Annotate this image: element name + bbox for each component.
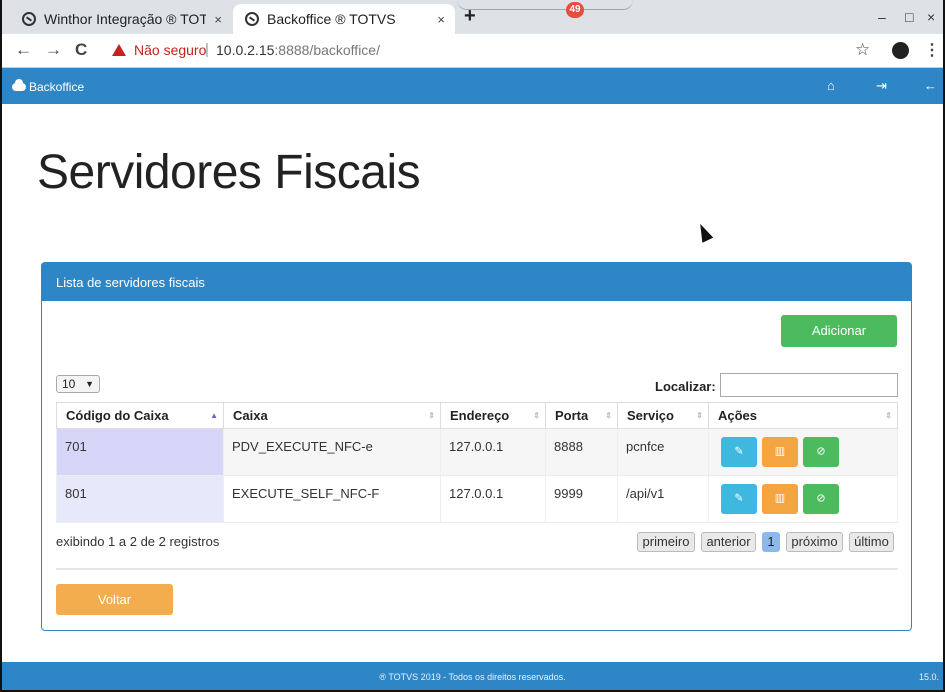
tab-backoffice[interactable]: Backoffice ® TOTVS × (233, 4, 455, 34)
servers-table: Código do Caixa ▲ Caixa ⇕ Endereço ⇕ Porta ⇕… (56, 402, 898, 523)
edit-icon: ✎ (734, 445, 744, 458)
pager-prev-button[interactable]: anterior (701, 532, 756, 552)
pager-current-page[interactable]: 1 (762, 532, 780, 552)
table-row: 801 EXECUTE_SELF_NFC-F 127.0.0.1 9999 /a… (56, 475, 898, 523)
tab-drag-indicator (457, 0, 633, 10)
tab-title: Winthor Integração ® TOTVS (44, 11, 206, 27)
sort-icon: ⇕ (605, 411, 612, 420)
page-size-value: 10 (62, 377, 76, 391)
column-header-servico[interactable]: Serviço ⇕ (617, 402, 709, 429)
tab-count-badge: 49 (566, 2, 584, 18)
disable-button[interactable]: ⊘ (803, 437, 839, 467)
brand-label: Backoffice (29, 80, 85, 94)
url-field[interactable]: 10.0.2.15:8888/backoffice/ (216, 42, 380, 58)
app-navbar: Backoffice ⌂ ⇥ ← (2, 68, 943, 104)
page-title: Servidores Fiscais (37, 146, 421, 199)
column-header-endereco[interactable]: Endereço ⇕ (440, 402, 546, 429)
sort-icon: ⇕ (696, 411, 703, 420)
tab-close-icon[interactable]: × (437, 12, 445, 27)
cell-endereco: 127.0.0.1 (440, 428, 546, 476)
cell-codigo: 701 (56, 428, 224, 476)
search-label: Localizar: (655, 379, 716, 394)
column-header-codigo[interactable]: Código do Caixa ▲ (56, 402, 224, 429)
arrow-left-icon[interactable]: ← (924, 78, 937, 93)
trash-icon: ▥ (774, 445, 786, 458)
pager-next-button[interactable]: próximo (786, 532, 843, 552)
forward-arrow-icon[interactable]: → (45, 40, 62, 60)
cell-porta: 8888 (545, 428, 618, 476)
warning-icon (112, 44, 126, 56)
back-button[interactable]: Voltar (56, 584, 173, 615)
ban-icon: ⊘ (816, 445, 826, 458)
minimize-icon[interactable]: – (878, 9, 886, 25)
column-header-acoes[interactable]: Ações ⇕ (708, 402, 898, 429)
footer-copyright: ® TOTVS 2019 - Todos os direitos reserva… (379, 672, 566, 682)
pager-first-button[interactable]: primeiro (637, 532, 695, 552)
cell-acoes: ✎ ▥ ⊘ (708, 475, 898, 523)
cell-endereco: 127.0.0.1 (440, 475, 546, 523)
add-button[interactable]: Adicionar (781, 315, 897, 347)
page-size-select[interactable]: 10 ▼ (56, 375, 100, 393)
panel-heading: Lista de servidores fiscais (42, 263, 911, 301)
cell-codigo: 801 (56, 475, 224, 523)
cell-caixa: PDV_EXECUTE_NFC-e (223, 428, 441, 476)
cell-servico: pcnfce (617, 428, 709, 476)
search-input[interactable] (720, 373, 898, 397)
delete-button[interactable]: ▥ (762, 484, 798, 514)
edit-icon: ✎ (734, 492, 744, 505)
brand-link[interactable]: Backoffice (12, 79, 85, 94)
security-text: Não seguro (134, 42, 207, 58)
browser-menu-icon[interactable]: ⋮ (924, 40, 940, 60)
footer-version: 15.0. (918, 672, 939, 682)
ban-icon: ⊘ (816, 492, 826, 505)
disable-button[interactable]: ⊘ (803, 484, 839, 514)
caret-down-icon: ▼ (85, 379, 94, 389)
sign-out-icon[interactable]: ⇥ (876, 78, 887, 94)
pagination-info: exibindo 1 a 2 de 2 registros (56, 534, 220, 549)
security-indicator[interactable]: Não seguro (112, 42, 206, 58)
cell-servico: /api/v1 (617, 475, 709, 523)
close-window-icon[interactable]: × (927, 9, 935, 25)
servers-panel: Lista de servidores fiscais Adicionar 10… (41, 262, 912, 631)
url-separator: | (205, 41, 209, 58)
column-header-porta[interactable]: Porta ⇕ (545, 402, 618, 429)
cell-caixa: EXECUTE_SELF_NFC-F (223, 475, 441, 523)
tab-winthor[interactable]: Winthor Integração ® TOTVS × (10, 4, 232, 34)
totvs-favicon-icon (22, 12, 36, 26)
url-host: 10.0.2.15 (216, 42, 275, 58)
reload-icon[interactable]: C (75, 40, 87, 60)
pager-last-button[interactable]: último (849, 532, 894, 552)
sort-icon: ⇕ (428, 411, 435, 420)
sort-icon: ⇕ (885, 411, 892, 420)
url-path: :8888/backoffice/ (274, 42, 380, 58)
account-icon[interactable] (892, 42, 909, 59)
edit-button[interactable]: ✎ (721, 437, 757, 467)
home-icon[interactable]: ⌂ (827, 78, 835, 93)
page-footer: ® TOTVS 2019 - Todos os direitos reserva… (2, 662, 943, 690)
cloud-icon (12, 79, 26, 91)
sort-asc-icon: ▲ (210, 411, 218, 420)
bookmark-star-icon[interactable]: ☆ (855, 40, 870, 60)
delete-button[interactable]: ▥ (762, 437, 798, 467)
tab-strip: Winthor Integração ® TOTVS × Backoffice … (2, 0, 943, 34)
table-header-row: Código do Caixa ▲ Caixa ⇕ Endereço ⇕ Porta ⇕… (56, 402, 898, 429)
edit-button[interactable]: ✎ (721, 484, 757, 514)
totvs-favicon-icon (245, 12, 259, 26)
address-toolbar: ← → C Não seguro | 10.0.2.15:8888/backof… (2, 34, 943, 68)
tab-close-icon[interactable]: × (214, 12, 222, 27)
back-arrow-icon[interactable]: ← (15, 40, 32, 60)
maximize-icon[interactable]: □ (905, 9, 913, 25)
table-row: 701 PDV_EXECUTE_NFC-e 127.0.0.1 8888 pcn… (56, 428, 898, 476)
new-tab-button[interactable]: + (464, 5, 476, 28)
browser-window: Winthor Integração ® TOTVS × Backoffice … (0, 0, 945, 692)
column-header-caixa[interactable]: Caixa ⇕ (223, 402, 441, 429)
tab-title: Backoffice ® TOTVS (267, 11, 396, 27)
mouse-cursor-icon (694, 221, 714, 243)
cell-acoes: ✎ ▥ ⊘ (708, 428, 898, 476)
sort-icon: ⇕ (533, 411, 540, 420)
trash-icon: ▥ (774, 492, 786, 505)
cell-porta: 9999 (545, 475, 618, 523)
divider (56, 568, 898, 570)
